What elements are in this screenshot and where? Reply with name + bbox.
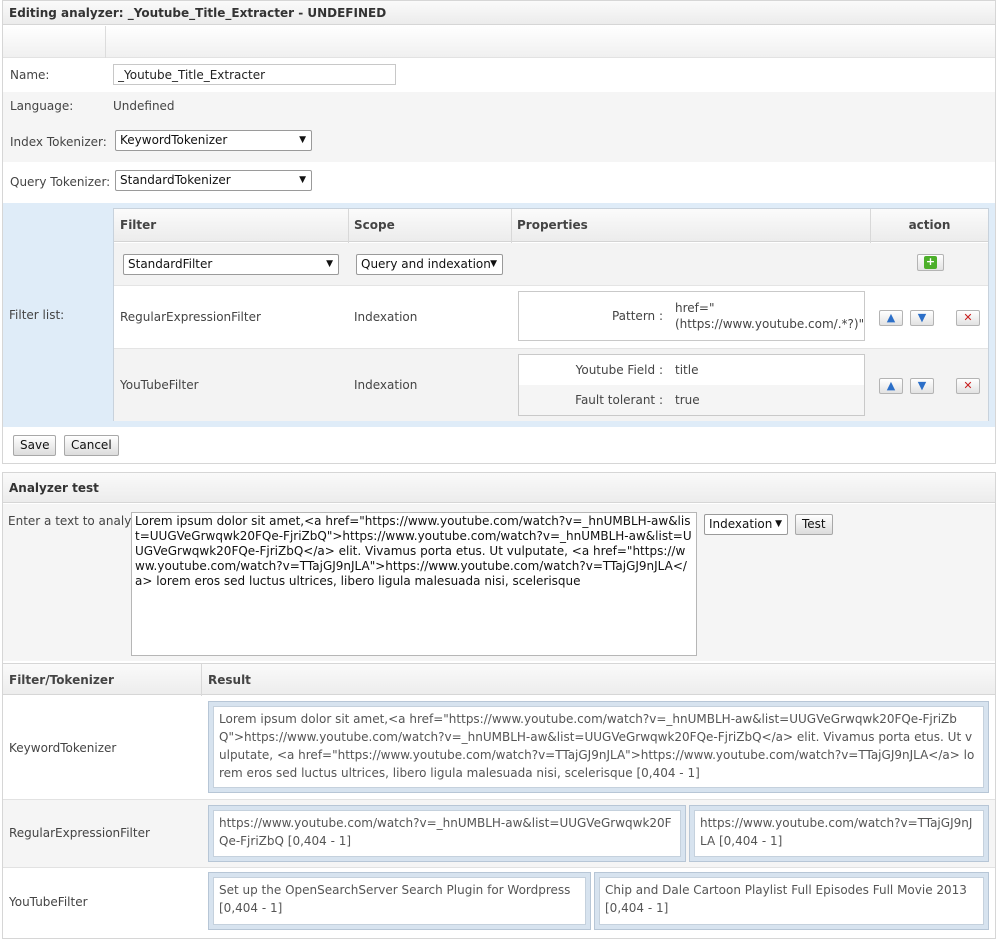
name-input[interactable] [113,64,396,85]
youtube-field-label: Youtube Field : [575,363,663,377]
new-filter-select[interactable]: StandardFilter ▼ [123,254,339,275]
dropdown-arrow-icon: ▼ [490,259,497,269]
fault-tolerant-value: true [675,393,700,407]
pattern-value: href="(https://www.youtube.com/.*?)" [675,301,865,331]
arrow-down-icon: ▼ [917,379,927,392]
token-text: Set up the OpenSearchServer Search Plugi… [213,877,586,925]
col-properties: Properties [517,218,588,232]
token-text: https://www.youtube.com/watch?v=TTajGJ9n… [694,810,984,857]
filter-table: Filter Scope Properties action StandardF… [113,208,989,421]
filter-name: YouTubeFilter [120,378,199,392]
editor-title: Editing analyzer: _Youtube_Title_Extract… [3,1,995,25]
result-row: YouTubeFilter Set up the OpenSearchServe… [3,868,995,938]
col-scope: Scope [354,218,395,232]
filter-row: YouTubeFilter Indexation Youtube Field :… [114,349,988,421]
filter-scope: Indexation [354,378,418,392]
new-scope-value: Query and indexation [361,257,491,271]
result-row: RegularExpressionFilter https://www.yout… [3,800,995,868]
language-label: Language: [10,99,74,113]
result-name: RegularExpressionFilter [9,826,150,840]
query-tokenizer-label: Query Tokenizer: [10,175,111,189]
token-text: https://www.youtube.com/watch?v=_hnUMBLH… [213,810,681,857]
col-filter: Filter [120,218,157,232]
filter-properties: Youtube Field : title Fault tolerant : t… [518,354,865,416]
results-header: Filter/Tokenizer Result [3,663,995,696]
toolbar-separator [105,26,106,58]
filter-list-area: Filter list: Filter Scope Properties act… [3,203,995,427]
test-button[interactable]: Test [795,514,833,535]
arrow-up-icon: ▲ [886,311,896,324]
add-filter-button[interactable]: + [917,254,944,271]
col-result: Result [208,673,251,687]
new-filter-row: StandardFilter ▼ Query and indexation ▼ … [114,243,988,286]
add-icon: + [924,255,937,269]
token-box: https://www.youtube.com/watch?v=TTajGJ9n… [689,805,989,862]
delete-icon: ✕ [963,379,973,392]
name-label: Name: [10,68,50,82]
index-tokenizer-select[interactable]: KeywordTokenizer ▼ [115,130,312,151]
result-name: YouTubeFilter [9,895,88,909]
filter-scope: Indexation [354,310,418,324]
youtube-field-value: title [675,363,699,377]
query-tokenizer-value: StandardTokenizer [120,173,231,187]
new-filter-value: StandardFilter [128,257,213,271]
delete-icon: ✕ [963,311,973,324]
tester-title: Analyzer test [3,473,995,503]
dropdown-arrow-icon: ▼ [299,175,306,185]
index-tokenizer-label: Index Tokenizer: [10,135,107,149]
move-up-button[interactable]: ▲ [879,378,903,394]
result-name: KeywordTokenizer [9,741,117,755]
col-filter-tokenizer: Filter/Tokenizer [9,673,114,687]
analyzer-editor-panel: Editing analyzer: _Youtube_Title_Extract… [2,0,996,464]
analyze-textarea[interactable]: Lorem ipsum dolor sit amet,<a href="http… [131,512,697,656]
pattern-label: Pattern : [611,309,663,323]
language-value: Undefined [113,99,175,113]
col-action: action [908,218,951,232]
fault-tolerant-label: Fault tolerant : [575,393,663,407]
save-button[interactable]: Save [13,435,57,456]
cancel-button[interactable]: Cancel [64,435,119,456]
token-box: Set up the OpenSearchServer Search Plugi… [208,872,591,930]
delete-filter-button[interactable]: ✕ [956,378,980,394]
token-text: Lorem ipsum dolor sit amet,<a href="http… [213,706,984,788]
move-down-button[interactable]: ▼ [910,310,934,326]
delete-filter-button[interactable]: ✕ [956,310,980,326]
filter-properties: Pattern : href="(https://www.youtube.com… [518,291,865,341]
new-scope-select[interactable]: Query and indexation ▼ [356,254,503,275]
editor-toolbar-row [3,26,995,58]
query-tokenizer-select[interactable]: StandardTokenizer ▼ [115,170,312,191]
result-row: KeywordTokenizer Lorem ipsum dolor sit a… [3,696,995,800]
analyze-input-label: Enter a text to analyze: [8,514,150,528]
token-box: Lorem ipsum dolor sit amet,<a href="http… [208,701,989,793]
test-scope-value: Indexation [709,517,773,531]
move-down-button[interactable]: ▼ [910,378,934,394]
move-up-button[interactable]: ▲ [879,310,903,326]
analyzer-test-panel: Analyzer test Enter a text to analyze: L… [2,472,996,939]
dropdown-arrow-icon: ▼ [775,519,782,529]
dropdown-arrow-icon: ▼ [326,259,333,269]
test-scope-select[interactable]: Indexation ▼ [704,514,788,535]
filter-name: RegularExpressionFilter [120,310,261,324]
arrow-down-icon: ▼ [917,311,927,324]
filter-list-label: Filter list: [9,308,65,322]
dropdown-arrow-icon: ▼ [299,135,306,145]
token-box: Chip and Dale Cartoon Playlist Full Epis… [594,872,989,930]
token-box: https://www.youtube.com/watch?v=_hnUMBLH… [208,805,686,862]
token-text: Chip and Dale Cartoon Playlist Full Epis… [599,877,984,925]
index-tokenizer-value: KeywordTokenizer [120,133,228,147]
filter-table-header: Filter Scope Properties action [114,209,988,242]
arrow-up-icon: ▲ [886,379,896,392]
filter-row: RegularExpressionFilter Indexation Patte… [114,286,988,349]
